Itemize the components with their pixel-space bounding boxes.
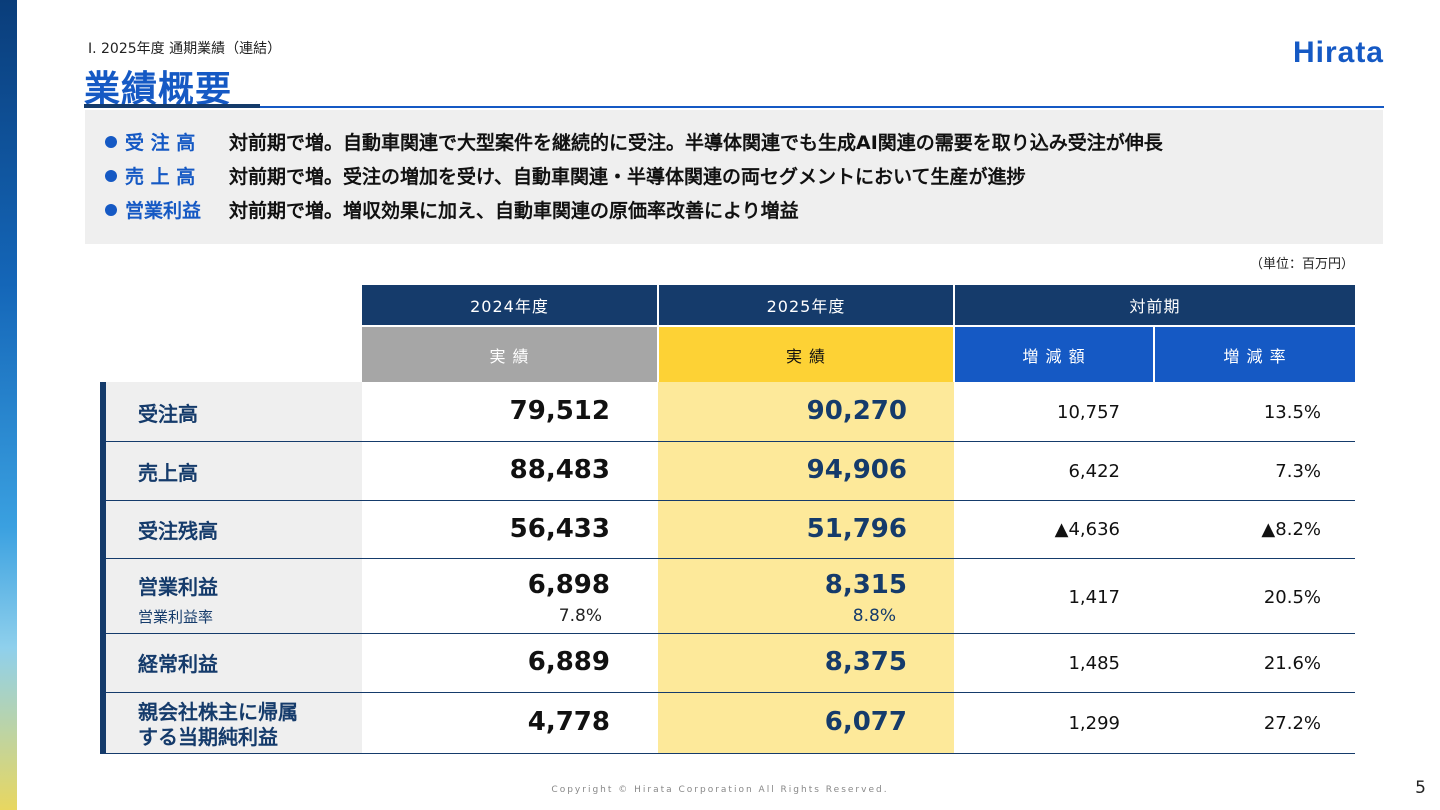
header-actual-2024: 実 績 [362,327,657,382]
change-rate: 21.6% [1263,653,1321,674]
change-amount: 6,422 [1068,461,1120,482]
header-change-rate: 増 減 率 [1155,327,1355,382]
title-underline [84,106,1384,108]
summary-item: 売 上 高 対前期で増。受注の増加を受け、自動車関連・半導体関連の両セグメントに… [105,162,1025,189]
fy2025-highlight-column [658,382,954,754]
unit-note: （単位：百万円） [1249,257,1354,272]
change-rate: 20.5% [1263,587,1321,608]
change-amount: 1,299 [1068,713,1120,734]
margin-2025: 8.8% [852,606,896,626]
header-yoy: 対前期 [955,285,1355,325]
row-divider [106,633,1355,634]
value-2024: 56,433 [509,514,610,544]
change-rate: 7.3% [1275,461,1321,482]
row-divider [106,558,1355,559]
change-rate: 27.2% [1263,713,1321,734]
value-2024: 4,778 [527,707,610,737]
bullet-icon [105,135,117,148]
summary-box: 受 注 高 対前期で増。自動車関連で大型案件を継続的に受注。半導体関連でも生成A… [85,110,1383,244]
value-2025: 6,077 [824,707,907,737]
value-2024: 6,889 [527,647,610,677]
value-2024: 79,512 [509,396,610,426]
row-divider [106,692,1355,693]
copyright: Copyright © Hirata Corporation All Right… [551,785,889,795]
change-amount: 1,417 [1068,587,1120,608]
value-2025: 90,270 [806,396,907,426]
row-label-line1: 親会社株主に帰属 [138,700,298,724]
value-2025: 51,796 [806,514,907,544]
change-amount: 1,485 [1068,653,1120,674]
header-fy2024: 2024年度 [362,285,657,325]
header-change-amount: 増 減 額 [955,327,1153,382]
row-sublabel: 営業利益率 [138,608,214,626]
row-label: 受注残高 [138,519,218,543]
row-label: 経常利益 [138,652,218,676]
bullet-icon [105,169,117,182]
summary-label: 受 注 高 [125,132,196,154]
change-rate: ▲8.2% [1261,519,1321,540]
title-underline-accent [84,104,260,108]
value-2025: 94,906 [806,455,907,485]
label-column-bg [106,382,362,754]
value-2024: 6,898 [527,570,610,600]
row-label: 売上高 [138,461,198,485]
summary-text: 対前期で増。受注の増加を受け、自動車関連・半導体関連の両セグメントにおいて生産が… [229,166,1026,188]
header-actual-2025: 実 績 [659,327,953,382]
summary-label: 売 上 高 [125,166,196,188]
left-gradient-bar [0,0,17,810]
row-label-line2: する当期純利益 [138,725,278,749]
summary-item: 受 注 高 対前期で増。自動車関連で大型案件を継続的に受注。半導体関連でも生成A… [105,128,1163,155]
summary-item: 営業利益 対前期で増。増収効果に加え、自動車関連の原価率改善により増益 [105,196,799,223]
label-column-accent [100,382,106,754]
row-divider [106,500,1355,501]
company-logo: Hirata [1292,36,1384,69]
row-divider [106,441,1355,442]
margin-2024: 7.8% [558,606,602,626]
row-divider [106,753,1355,754]
page-number: 5 [1415,778,1426,798]
change-amount: ▲4,636 [1054,519,1120,540]
bullet-icon [105,203,117,216]
value-2025: 8,375 [824,647,907,677]
row-label: 営業利益 [138,575,218,599]
summary-label: 営業利益 [125,200,202,222]
value-2024: 88,483 [509,455,610,485]
row-label: 受注高 [138,402,198,426]
header-fy2025: 2025年度 [659,285,953,325]
section-label: Ⅰ. 2025年度 通期業績（連結） [88,41,282,57]
change-rate: 13.5% [1263,402,1321,423]
summary-text: 対前期で増。増収効果に加え、自動車関連の原価率改善により増益 [229,200,799,222]
summary-text: 対前期で増。自動車関連で大型案件を継続的に受注。半導体関連でも生成AI関連の需要… [229,132,1163,154]
change-amount: 10,757 [1057,402,1120,423]
value-2025: 8,315 [824,570,907,600]
